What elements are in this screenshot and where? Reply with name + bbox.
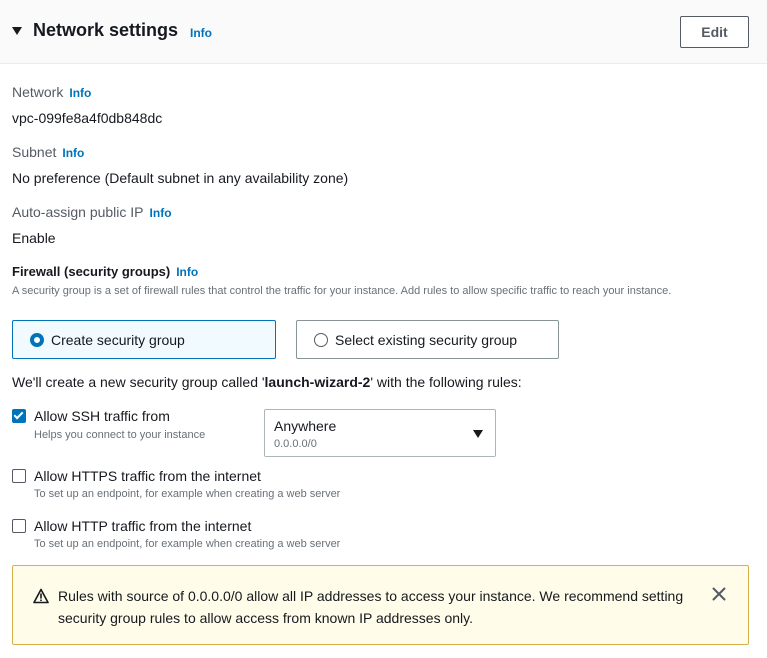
select-existing-security-group-label: Select existing security group	[335, 332, 518, 348]
network-info-link[interactable]: Info	[69, 86, 91, 100]
http-label: Allow HTTP traffic from the internet	[34, 518, 252, 534]
network-settings-panel: Network settings Info Edit Network Info v…	[0, 0, 767, 658]
network-label: Network Info	[12, 84, 91, 100]
header-info-link[interactable]: Info	[190, 26, 212, 40]
subnet-info-link[interactable]: Info	[62, 146, 84, 160]
subnet-value: No preference (Default subnet in any ava…	[12, 170, 349, 186]
warning-icon	[33, 588, 49, 604]
new-sg-name: launch-wizard-2	[264, 374, 371, 390]
http-checkbox[interactable]	[12, 519, 26, 533]
https-label: Allow HTTPS traffic from the internet	[34, 468, 261, 484]
panel-header: Network settings Info Edit	[0, 0, 767, 64]
firewall-title-text: Firewall (security groups)	[12, 264, 171, 279]
subnet-label-text: Subnet	[12, 144, 57, 160]
create-security-group-option[interactable]: Create security group	[12, 320, 276, 359]
firewall-info-link[interactable]: Info	[176, 265, 198, 279]
https-description: To set up an endpoint, for example when …	[34, 488, 341, 500]
collapse-caret-icon[interactable]	[12, 27, 22, 35]
http-description: To set up an endpoint, for example when …	[34, 538, 341, 550]
ssh-source-cidr: 0.0.0.0/0	[274, 438, 317, 450]
public-ip-label: Auto-assign public IP Info	[12, 204, 172, 220]
close-icon[interactable]	[711, 586, 727, 602]
ssh-source-select[interactable]: Anywhere 0.0.0.0/0	[264, 409, 496, 457]
new-sg-prefix: We'll create a new security group called…	[12, 374, 265, 390]
caret-down-icon	[473, 430, 483, 438]
firewall-title: Firewall (security groups) Info	[12, 264, 198, 279]
ssh-label: Allow SSH traffic from	[34, 408, 170, 424]
public-ip-label-text: Auto-assign public IP	[12, 204, 144, 220]
warning-text: Rules with source of 0.0.0.0/0 allow all…	[58, 588, 684, 626]
create-security-group-label: Create security group	[51, 332, 185, 348]
ssh-description: Helps you connect to your instance	[34, 429, 206, 441]
new-security-group-text: We'll create a new security group called…	[12, 374, 522, 390]
select-existing-security-group-option[interactable]: Select existing security group	[296, 320, 559, 359]
ssh-checkbox[interactable]	[12, 409, 26, 423]
https-checkbox[interactable]	[12, 469, 26, 483]
ssh-source-value: Anywhere	[274, 418, 337, 434]
create-security-group-radio[interactable]	[30, 333, 44, 347]
select-existing-security-group-radio[interactable]	[314, 333, 328, 347]
network-value: vpc-099fe8a4f0db848dc	[12, 110, 163, 126]
public-ip-value: Enable	[12, 230, 56, 246]
subnet-label: Subnet Info	[12, 144, 84, 160]
network-label-text: Network	[12, 84, 64, 100]
firewall-description: A security group is a set of firewall ru…	[12, 285, 672, 297]
checkmark-icon	[13, 409, 24, 420]
panel-title: Network settings	[33, 20, 179, 40]
public-ip-info-link[interactable]: Info	[150, 206, 172, 220]
warning-alert: Rules with source of 0.0.0.0/0 allow all…	[12, 565, 749, 645]
edit-button[interactable]: Edit	[680, 16, 749, 48]
new-sg-suffix: ' with the following rules:	[370, 374, 522, 390]
